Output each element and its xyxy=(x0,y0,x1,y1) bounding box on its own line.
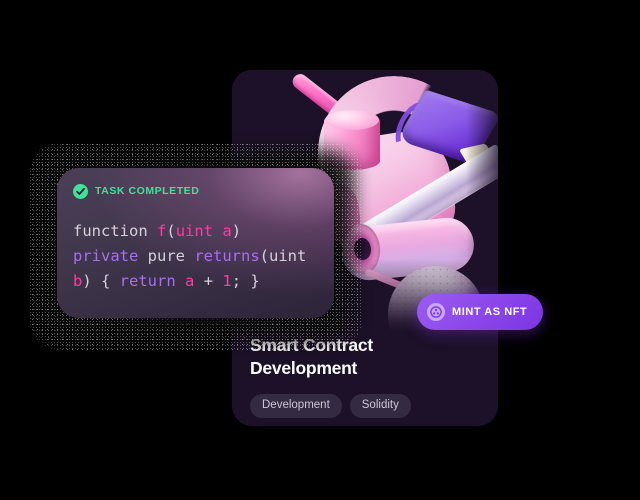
code-token: return xyxy=(119,272,176,291)
code-token: 1 xyxy=(222,272,232,291)
code-token: ; } xyxy=(231,272,260,291)
code-token: ( xyxy=(166,222,176,240)
code-token: private xyxy=(73,247,148,266)
mint-as-nft-button[interactable]: MINT AS NFT xyxy=(417,294,544,330)
task-completed-badge: TASK COMPLETED xyxy=(73,184,318,199)
code-token: + xyxy=(194,272,223,291)
task-completed-label: TASK COMPLETED xyxy=(95,185,200,198)
tag-solidity[interactable]: Solidity xyxy=(349,393,411,418)
nft-token-icon xyxy=(427,303,445,321)
code-line: function f(uint a) xyxy=(73,219,318,244)
code-token: ) { xyxy=(82,272,120,291)
code-token: b xyxy=(73,272,83,291)
code-token: returns xyxy=(194,247,260,266)
code-token: ( xyxy=(259,247,269,266)
code-token: ) xyxy=(231,222,242,240)
check-circle-icon xyxy=(73,184,88,199)
code-token: function xyxy=(73,222,157,240)
code-token: f xyxy=(157,222,167,240)
code-token: uint xyxy=(269,247,307,266)
mint-as-nft-label: MINT AS NFT xyxy=(452,305,528,318)
code-line: b) { return a + 1; } xyxy=(73,269,318,294)
solidity-code-snippet: function f(uint a) private pure returns(u… xyxy=(73,219,318,294)
code-line: private pure returns(uint xyxy=(73,244,318,269)
code-token: pure xyxy=(147,247,195,266)
code-panel[interactable]: TASK COMPLETED function f(uint a) private… xyxy=(57,168,334,318)
tag-row: Development Solidity xyxy=(250,393,480,418)
tag-development[interactable]: Development xyxy=(250,393,342,418)
code-token: a xyxy=(185,272,195,291)
scene-root: Smart Contract Development Development S… xyxy=(0,0,640,500)
code-token: uint a xyxy=(175,222,232,240)
